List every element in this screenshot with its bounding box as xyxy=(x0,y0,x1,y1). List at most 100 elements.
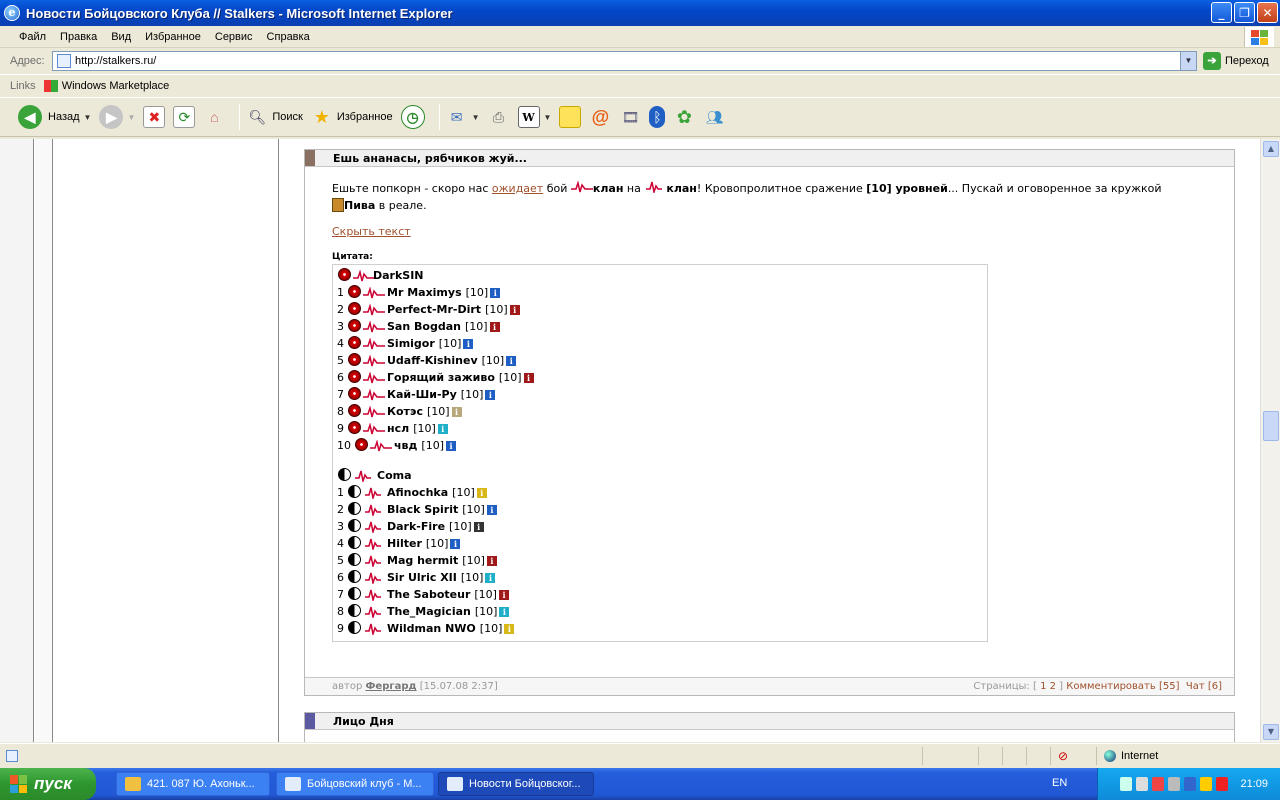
edit-button[interactable]: W ▼ xyxy=(517,106,552,128)
info-icon[interactable]: i xyxy=(506,355,517,366)
link-waits[interactable]: ожидает xyxy=(492,182,543,195)
tray-icon[interactable] xyxy=(1200,777,1213,791)
author-link[interactable]: Фергард xyxy=(366,681,417,692)
member-name[interactable]: Котэс xyxy=(387,405,423,418)
start-button[interactable]: пуск xyxy=(0,768,96,800)
info-icon[interactable]: i xyxy=(473,521,484,532)
email-at-button[interactable]: @ xyxy=(589,106,611,128)
info-icon[interactable]: i xyxy=(499,606,510,617)
language-indicator[interactable]: EN xyxy=(1052,777,1067,789)
history-button[interactable]: ◷ xyxy=(400,105,425,129)
home-button[interactable]: ⌂ xyxy=(203,106,225,128)
task-label: 421. 087 Ю. Ахоньк... xyxy=(147,778,255,790)
maximize-button[interactable]: ❐ xyxy=(1234,2,1255,23)
member-number: 2 xyxy=(337,503,344,516)
info-icon[interactable]: i xyxy=(498,589,509,600)
info-icon[interactable]: i xyxy=(509,304,520,315)
mail-dropdown-icon[interactable]: ▼ xyxy=(472,113,480,122)
info-icon[interactable]: i xyxy=(485,572,496,583)
windows-marketplace-link[interactable]: Windows Marketplace xyxy=(43,79,169,92)
info-icon[interactable]: i xyxy=(485,389,496,400)
menu-file[interactable]: Файл xyxy=(12,31,53,43)
member-name[interactable]: Кай-Ши-Ру xyxy=(387,388,457,401)
member-name[interactable]: Hilter xyxy=(387,537,422,550)
forward-button[interactable]: ▶ ▼ xyxy=(99,105,135,129)
scroll-thumb[interactable] xyxy=(1263,411,1279,441)
mail-button[interactable]: ✉ ▼ xyxy=(446,106,480,128)
member-name[interactable]: чвд xyxy=(394,439,417,452)
member-name[interactable]: Mag hermit xyxy=(387,554,458,567)
pages-label: Страницы: [ xyxy=(973,681,1037,692)
info-icon[interactable]: i xyxy=(504,623,515,634)
member-name[interactable]: San Bogdan xyxy=(387,320,461,333)
tray-icon[interactable] xyxy=(1120,777,1133,791)
tray-icon[interactable] xyxy=(1216,777,1229,791)
address-dropdown-button[interactable]: ▼ xyxy=(1180,52,1196,70)
member-name[interactable]: Dark-Fire xyxy=(387,520,445,533)
info-icon[interactable]: i xyxy=(437,423,448,434)
member-name[interactable]: The Saboteur xyxy=(387,588,470,601)
tray-icon[interactable] xyxy=(1152,777,1165,791)
member-name[interactable]: Udaff-Kishinev xyxy=(387,354,478,367)
back-button[interactable]: ◀ Назад ▼ xyxy=(18,105,91,129)
member-name[interactable]: Sir Ulric XII xyxy=(387,571,457,584)
pages-links[interactable]: 1 2 xyxy=(1040,681,1056,692)
info-icon[interactable]: i xyxy=(486,504,497,515)
bluetooth-button[interactable]: ᛒ xyxy=(649,106,666,128)
media-button[interactable]: 🎞︎ xyxy=(619,106,641,128)
member-name[interactable]: Black Spirit xyxy=(387,503,458,516)
left-sidebar-column xyxy=(54,139,279,742)
messenger-button[interactable]: 👥︎ xyxy=(703,106,725,128)
go-button[interactable]: ➔ Переход xyxy=(1203,52,1269,70)
member-name[interactable]: Afinochka xyxy=(387,486,448,499)
info-icon[interactable]: i xyxy=(489,321,500,332)
address-input[interactable]: http://stalkers.ru/ ▼ xyxy=(52,51,1197,71)
member-name[interactable]: нсл xyxy=(387,422,409,435)
stop-button[interactable]: ✖ xyxy=(143,106,166,128)
edit-dropdown-icon[interactable]: ▼ xyxy=(544,113,552,122)
task-button-3[interactable]: Новости Бойцовског... xyxy=(438,772,594,796)
scroll-up-button[interactable]: ▲ xyxy=(1263,141,1279,157)
comment-link[interactable]: Комментировать [55] xyxy=(1066,681,1179,692)
menu-tools[interactable]: Сервис xyxy=(208,31,260,43)
vertical-scrollbar[interactable]: ▲ ▼ xyxy=(1260,139,1280,742)
forward-dropdown-icon[interactable]: ▼ xyxy=(127,113,135,122)
favorites-button[interactable]: ★ Избранное xyxy=(311,106,393,128)
minimize-button[interactable]: _ xyxy=(1211,2,1232,23)
print-button[interactable]: ⎙ xyxy=(488,106,510,128)
scroll-down-button[interactable]: ▼ xyxy=(1263,724,1279,740)
tray-icon[interactable] xyxy=(1136,777,1149,791)
info-icon[interactable]: i xyxy=(446,440,456,451)
task-button-2[interactable]: Бойцовский клуб - М... xyxy=(276,772,434,796)
hide-text-link[interactable]: Скрыть текст xyxy=(332,225,411,238)
info-icon[interactable]: i xyxy=(476,487,487,498)
info-icon[interactable]: i xyxy=(463,338,474,349)
close-button[interactable]: ✕ xyxy=(1257,2,1278,23)
page-icon xyxy=(57,54,71,68)
member-name[interactable]: Simigor xyxy=(387,337,435,350)
refresh-button[interactable]: ⟳ xyxy=(173,106,196,128)
menu-edit[interactable]: Правка xyxy=(53,31,104,43)
info-icon[interactable]: i xyxy=(450,538,461,549)
chat-link[interactable]: Чат [6] xyxy=(1186,681,1222,692)
menu-help[interactable]: Справка xyxy=(260,31,317,43)
task-button-1[interactable]: 421. 087 Ю. Ахоньк... xyxy=(116,772,270,796)
info-icon[interactable]: i xyxy=(523,372,534,383)
member-name[interactable]: The_Magician xyxy=(387,605,471,618)
menu-view[interactable]: Вид xyxy=(104,31,138,43)
member-name[interactable]: Mr Maximys xyxy=(387,286,462,299)
member-name[interactable]: Wildman NWO xyxy=(387,622,476,635)
info-icon[interactable]: i xyxy=(451,406,462,417)
tray-icon[interactable] xyxy=(1184,777,1197,791)
back-dropdown-icon[interactable]: ▼ xyxy=(84,113,92,122)
info-icon[interactable]: i xyxy=(486,555,497,566)
tray-icon[interactable] xyxy=(1168,777,1181,791)
member-name[interactable]: Горящий заживо xyxy=(387,371,495,384)
info-icon[interactable]: i xyxy=(490,287,501,298)
note-button[interactable] xyxy=(559,106,582,128)
member-name[interactable]: Perfect-Mr-Dirt xyxy=(387,303,481,316)
popup-blocked-icon[interactable]: ⊘ xyxy=(1058,749,1068,763)
search-button[interactable]: 🔍︎ Поиск xyxy=(246,106,302,128)
menu-favorites[interactable]: Избранное xyxy=(138,31,208,43)
icq-button[interactable]: ✿ xyxy=(673,106,695,128)
